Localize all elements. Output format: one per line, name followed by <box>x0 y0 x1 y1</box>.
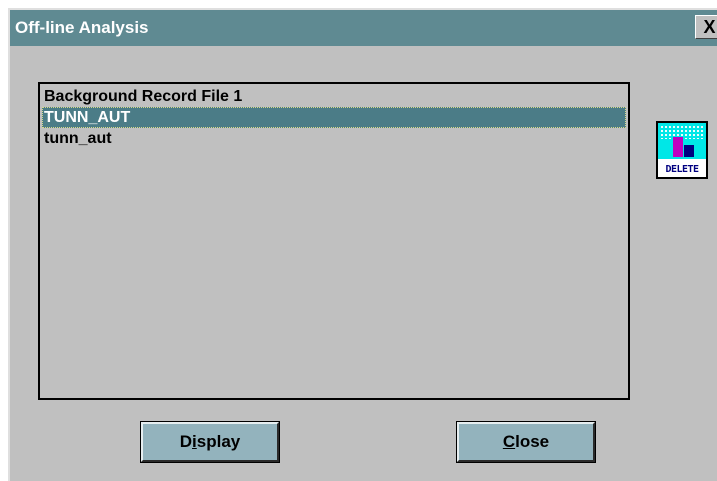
offline-analysis-dialog: Off-line Analysis X Background Record Fi… <box>8 8 717 481</box>
record-file-list[interactable]: Background Record File 1 TUNN_AUT tunn_a… <box>38 82 630 400</box>
list-item[interactable]: Background Record File 1 <box>42 86 626 107</box>
list-item-selected[interactable]: TUNN_AUT <box>42 107 626 128</box>
display-button[interactable]: Display <box>140 421 280 463</box>
window-title: Off-line Analysis <box>15 18 149 37</box>
delete-button[interactable]: DELETE <box>656 121 708 179</box>
delete-button-label: DELETE <box>665 164 699 175</box>
title-bar[interactable]: Off-line Analysis X <box>10 10 717 46</box>
close-window-icon[interactable]: X <box>695 15 717 39</box>
close-button[interactable]: Close <box>456 421 596 463</box>
delete-trash-icon <box>658 123 706 159</box>
list-item[interactable]: tunn_aut <box>42 128 626 149</box>
